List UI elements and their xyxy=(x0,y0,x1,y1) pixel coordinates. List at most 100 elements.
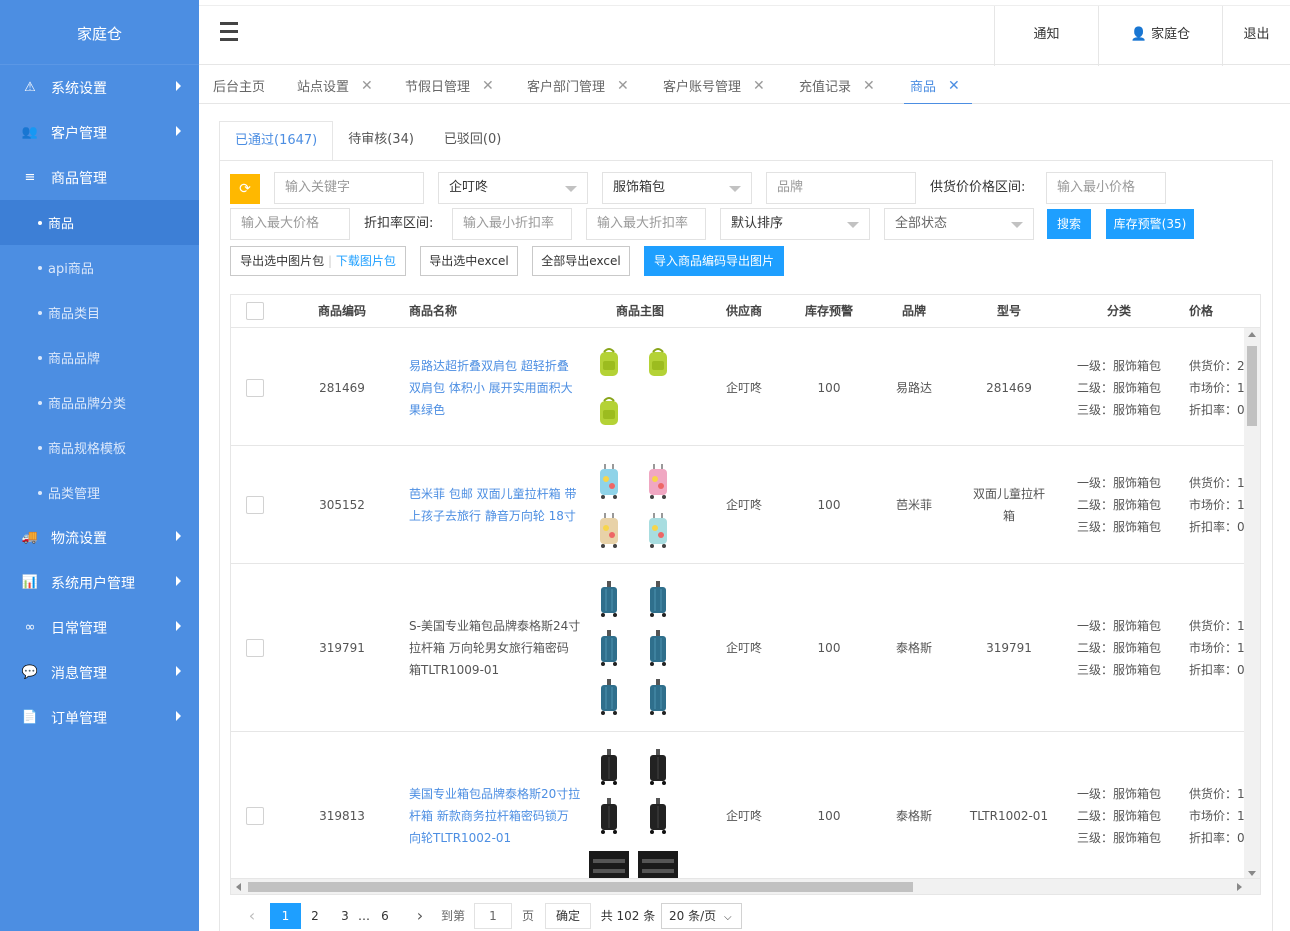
close-icon[interactable]: ✕ xyxy=(948,78,960,94)
page-6[interactable]: 6 xyxy=(378,903,392,929)
prev-page-icon[interactable]: ‹ xyxy=(242,903,262,929)
menu-toggle-icon[interactable] xyxy=(220,22,238,46)
col-model[interactable]: 型号 xyxy=(969,295,1049,328)
close-icon[interactable]: ✕ xyxy=(361,78,373,94)
tab-customer-dept[interactable]: 客户部门管理 ✕ xyxy=(527,76,629,96)
min-discount-input[interactable]: 输入最小折扣率 xyxy=(452,208,572,240)
col-brand[interactable]: 品牌 xyxy=(875,295,953,328)
product-name-link[interactable]: 易路达超折叠双肩包 超轻折叠 双肩包 体积小 展开实用面积大 果绿色 xyxy=(409,355,581,421)
table-row[interactable]: 319813 美国专业箱包品牌泰格斯20寸拉 杆箱 新款商务拉杆箱密码锁万 向轮TLT… xyxy=(231,732,1246,894)
row-checkbox[interactable] xyxy=(246,807,264,825)
refresh-button[interactable]: ⟳ xyxy=(230,174,260,204)
tab-customer-accounts[interactable]: 客户账号管理 ✕ xyxy=(663,76,765,96)
sidebar-item-6[interactable]: 💬 消息管理 xyxy=(0,650,199,695)
min-price-input[interactable]: 输入最小价格 xyxy=(1046,172,1166,204)
tab-approved[interactable]: 已通过(1647) xyxy=(219,121,334,161)
product-image-thumbnail[interactable] xyxy=(638,343,678,383)
max-discount-input[interactable]: 输入最大折扣率 xyxy=(586,208,706,240)
product-image-thumbnail[interactable] xyxy=(589,579,629,619)
sidebar-subitem-1[interactable]: api商品 xyxy=(0,245,199,290)
tab-holidays[interactable]: 节假日管理 ✕ xyxy=(405,76,494,96)
sidebar-item-2[interactable]: ≡ 商品管理 xyxy=(0,155,199,200)
logout-button[interactable]: 退出 xyxy=(1222,6,1290,66)
product-image-thumbnail[interactable] xyxy=(638,677,678,717)
goto-confirm-button[interactable]: 确定 xyxy=(545,903,591,929)
page-3[interactable]: 3 xyxy=(338,903,352,929)
product-image-thumbnail[interactable] xyxy=(589,510,629,550)
export-all-excel-button[interactable]: 全部导出excel xyxy=(532,246,630,276)
category-select[interactable]: 服饰箱包 xyxy=(602,172,752,204)
col-supplier[interactable]: 供应商 xyxy=(705,295,783,328)
close-icon[interactable]: ✕ xyxy=(482,78,494,94)
close-icon[interactable]: ✕ xyxy=(753,78,765,94)
product-image-thumbnail[interactable] xyxy=(589,677,629,717)
product-name-link[interactable]: 芭米菲 包邮 双面儿童拉杆箱 带上孩子去旅行 静音万向轮 18寸 xyxy=(409,483,581,527)
product-image-thumbnail[interactable] xyxy=(589,628,629,668)
product-image-thumbnail[interactable] xyxy=(589,343,629,383)
sidebar-item-5[interactable]: ∞ 日常管理 xyxy=(0,605,199,650)
col-code[interactable]: 商品编码 xyxy=(297,295,387,328)
close-icon[interactable]: ✕ xyxy=(863,78,875,94)
col-category[interactable]: 分类 xyxy=(1079,295,1159,328)
row-checkbox[interactable] xyxy=(246,639,264,657)
page-1[interactable]: 1 xyxy=(270,903,301,929)
row-checkbox[interactable] xyxy=(246,496,264,514)
import-codes-export-images-button[interactable]: 导入商品编码导出图片 xyxy=(644,246,784,276)
sidebar-item-3[interactable]: 🚚 物流设置 xyxy=(0,515,199,560)
export-images-button[interactable]: 导出选中图片包 xyxy=(240,254,324,268)
tab-pending[interactable]: 待审核(34) xyxy=(333,121,429,161)
notify-button[interactable]: 通知 xyxy=(994,6,1098,66)
product-image-thumbnail[interactable] xyxy=(589,747,629,787)
sidebar-item-1[interactable]: 👥 客户管理 xyxy=(0,110,199,155)
sidebar-item-0[interactable]: ⚠ 系统设置 xyxy=(0,65,199,110)
sort-select[interactable]: 默认排序 xyxy=(720,208,870,240)
sidebar-subitem-0[interactable]: 商品 xyxy=(0,200,199,245)
tab-recharge[interactable]: 充值记录 ✕ xyxy=(799,76,875,96)
product-image-thumbnail[interactable] xyxy=(589,461,629,501)
product-image-thumbnail[interactable] xyxy=(589,392,629,432)
product-image-thumbnail[interactable] xyxy=(638,747,678,787)
brand-input[interactable]: 品牌 xyxy=(766,172,916,204)
sidebar-subitem-5[interactable]: 商品规格模板 xyxy=(0,425,199,470)
product-image-thumbnail[interactable] xyxy=(638,579,678,619)
keyword-input[interactable]: 输入关键字 xyxy=(274,172,424,204)
close-icon[interactable]: ✕ xyxy=(617,78,629,94)
horizontal-scrollbar[interactable] xyxy=(231,878,1260,894)
product-name-link[interactable]: S-美国专业箱包品牌泰格斯24寸 拉杆箱 万向轮男女旅行箱密码 箱TLTR1009-… xyxy=(409,615,581,681)
sidebar-subitem-6[interactable]: 品类管理 xyxy=(0,470,199,515)
search-button[interactable]: 搜索 xyxy=(1047,209,1091,239)
col-image[interactable]: 商品主图 xyxy=(601,295,679,328)
sidebar-subitem-3[interactable]: 商品品牌 xyxy=(0,335,199,380)
tab-products[interactable]: 商品 ✕ xyxy=(904,76,972,105)
product-image-thumbnail[interactable] xyxy=(638,796,678,836)
select-all-checkbox[interactable] xyxy=(246,302,264,320)
product-image-thumbnail[interactable] xyxy=(638,510,678,550)
page-size-select[interactable]: 20 条/页 ⌵ xyxy=(661,903,742,929)
export-selected-excel-button[interactable]: 导出选中excel xyxy=(420,246,518,276)
product-image-thumbnail[interactable] xyxy=(638,461,678,501)
tab-site-settings[interactable]: 站点设置 ✕ xyxy=(297,76,373,96)
supplier-select[interactable]: 企叮咚 xyxy=(438,172,588,204)
vertical-scrollbar[interactable] xyxy=(1244,328,1260,880)
sidebar-subitem-2[interactable]: 商品类目 xyxy=(0,290,199,335)
max-price-input[interactable]: 输入最大价格 xyxy=(230,208,350,240)
sidebar-item-4[interactable]: 📊 系统用户管理 xyxy=(0,560,199,605)
sidebar-subitem-4[interactable]: 商品品牌分类 xyxy=(0,380,199,425)
col-name[interactable]: 商品名称 xyxy=(409,295,459,328)
table-row[interactable]: 305152 芭米菲 包邮 双面儿童拉杆箱 带上孩子去旅行 静音万向轮 18寸 企叮… xyxy=(231,446,1246,564)
product-image-thumbnail[interactable] xyxy=(589,796,629,836)
sidebar-item-7[interactable]: 📄 订单管理 xyxy=(0,695,199,740)
product-image-thumbnail[interactable] xyxy=(638,628,678,668)
user-menu[interactable]: 👤 家庭仓 xyxy=(1098,6,1222,66)
col-price[interactable]: 价格 xyxy=(1181,295,1221,328)
next-page-icon[interactable]: › xyxy=(410,903,430,929)
table-row[interactable]: 281469 易路达超折叠双肩包 超轻折叠 双肩包 体积小 展开实用面积大 果绿色 企叮… xyxy=(231,329,1246,446)
product-name-link[interactable]: 美国专业箱包品牌泰格斯20寸拉 杆箱 新款商务拉杆箱密码锁万 向轮TLTR1002-… xyxy=(409,783,581,849)
page-2[interactable]: 2 xyxy=(308,903,322,929)
stock-alert-button[interactable]: 库存预警(35) xyxy=(1106,209,1194,239)
tab-rejected[interactable]: 已驳回(0) xyxy=(429,121,516,161)
status-select[interactable]: 全部状态 xyxy=(884,208,1034,240)
tab-home[interactable]: 后台主页 xyxy=(213,76,265,95)
row-checkbox[interactable] xyxy=(246,378,264,397)
col-stock-alert[interactable]: 库存预警 xyxy=(789,295,869,328)
